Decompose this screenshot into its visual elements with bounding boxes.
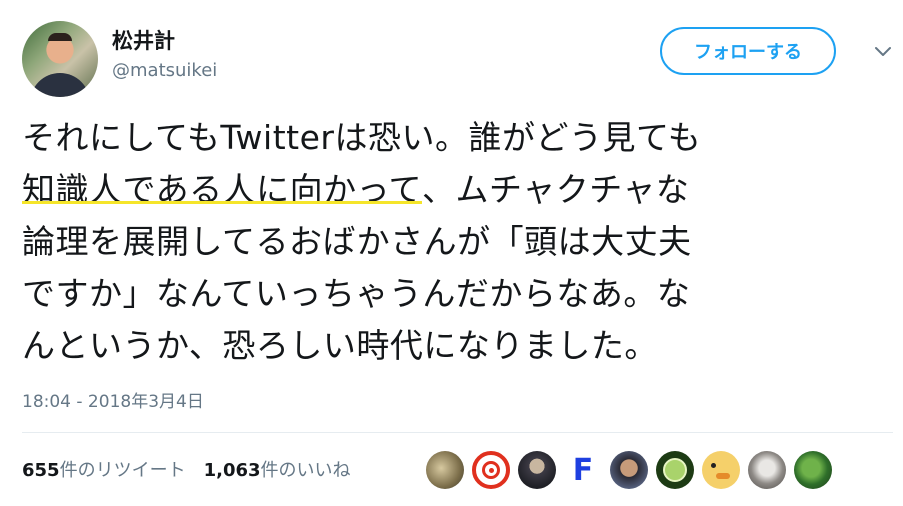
tweet-text: それにしてもTwitterは恐い。誰がどう見ても 知識人である人に向かって、ムチ…	[22, 112, 892, 372]
follow-button[interactable]: フォローする	[660, 27, 836, 75]
liker-avatar[interactable]: F	[564, 451, 602, 489]
avatar-shirt	[30, 73, 90, 97]
liker-avatar[interactable]	[518, 451, 556, 489]
user-handle[interactable]: @matsuikei	[112, 60, 217, 81]
liker-avatar[interactable]	[794, 451, 832, 489]
display-name[interactable]: 松井計	[112, 25, 175, 55]
tweet-line-rest: 、ムチャクチャな	[422, 170, 690, 209]
tweet-line: ですか」なんていっちゃうんだからなあ。な	[22, 274, 691, 313]
like-count-link[interactable]: 1,063件のいいね	[204, 456, 351, 482]
like-label: 件のいいね	[260, 460, 351, 481]
tweet-line: んというか、恐ろしい時代になりました。	[22, 326, 658, 365]
liker-avatar[interactable]	[748, 451, 786, 489]
profile-avatar[interactable]	[22, 21, 98, 97]
liker-avatar[interactable]	[610, 451, 648, 489]
divider	[22, 432, 893, 433]
retweet-label: 件のリツイート	[59, 460, 186, 481]
retweet-count-link[interactable]: 655件のリツイート	[22, 456, 186, 482]
tweet-stats: 655件のリツイート 1,063件のいいね	[22, 456, 351, 482]
retweet-count: 655	[22, 460, 60, 481]
tweet-line: 論理を展開してるおばかさんが「頭は大丈夫	[22, 222, 692, 261]
liker-avatars: F	[426, 451, 832, 489]
liker-avatar[interactable]	[702, 451, 740, 489]
avatar-hair	[48, 33, 72, 41]
like-count: 1,063	[203, 460, 261, 481]
chevron-down-icon[interactable]	[872, 42, 894, 60]
tweet-timestamp[interactable]: 18:04 - 2018年3月4日	[22, 387, 204, 412]
highlighted-phrase: 知識人である人に向かって	[22, 170, 423, 209]
tweet-line: 知識人である人に向かって、ムチャクチャな	[22, 164, 892, 216]
liker-avatar[interactable]	[426, 451, 464, 489]
liker-avatar[interactable]	[472, 451, 510, 489]
tweet-line: それにしてもTwitterは恐い。誰がどう見ても	[22, 118, 702, 157]
liker-avatar[interactable]	[656, 451, 694, 489]
